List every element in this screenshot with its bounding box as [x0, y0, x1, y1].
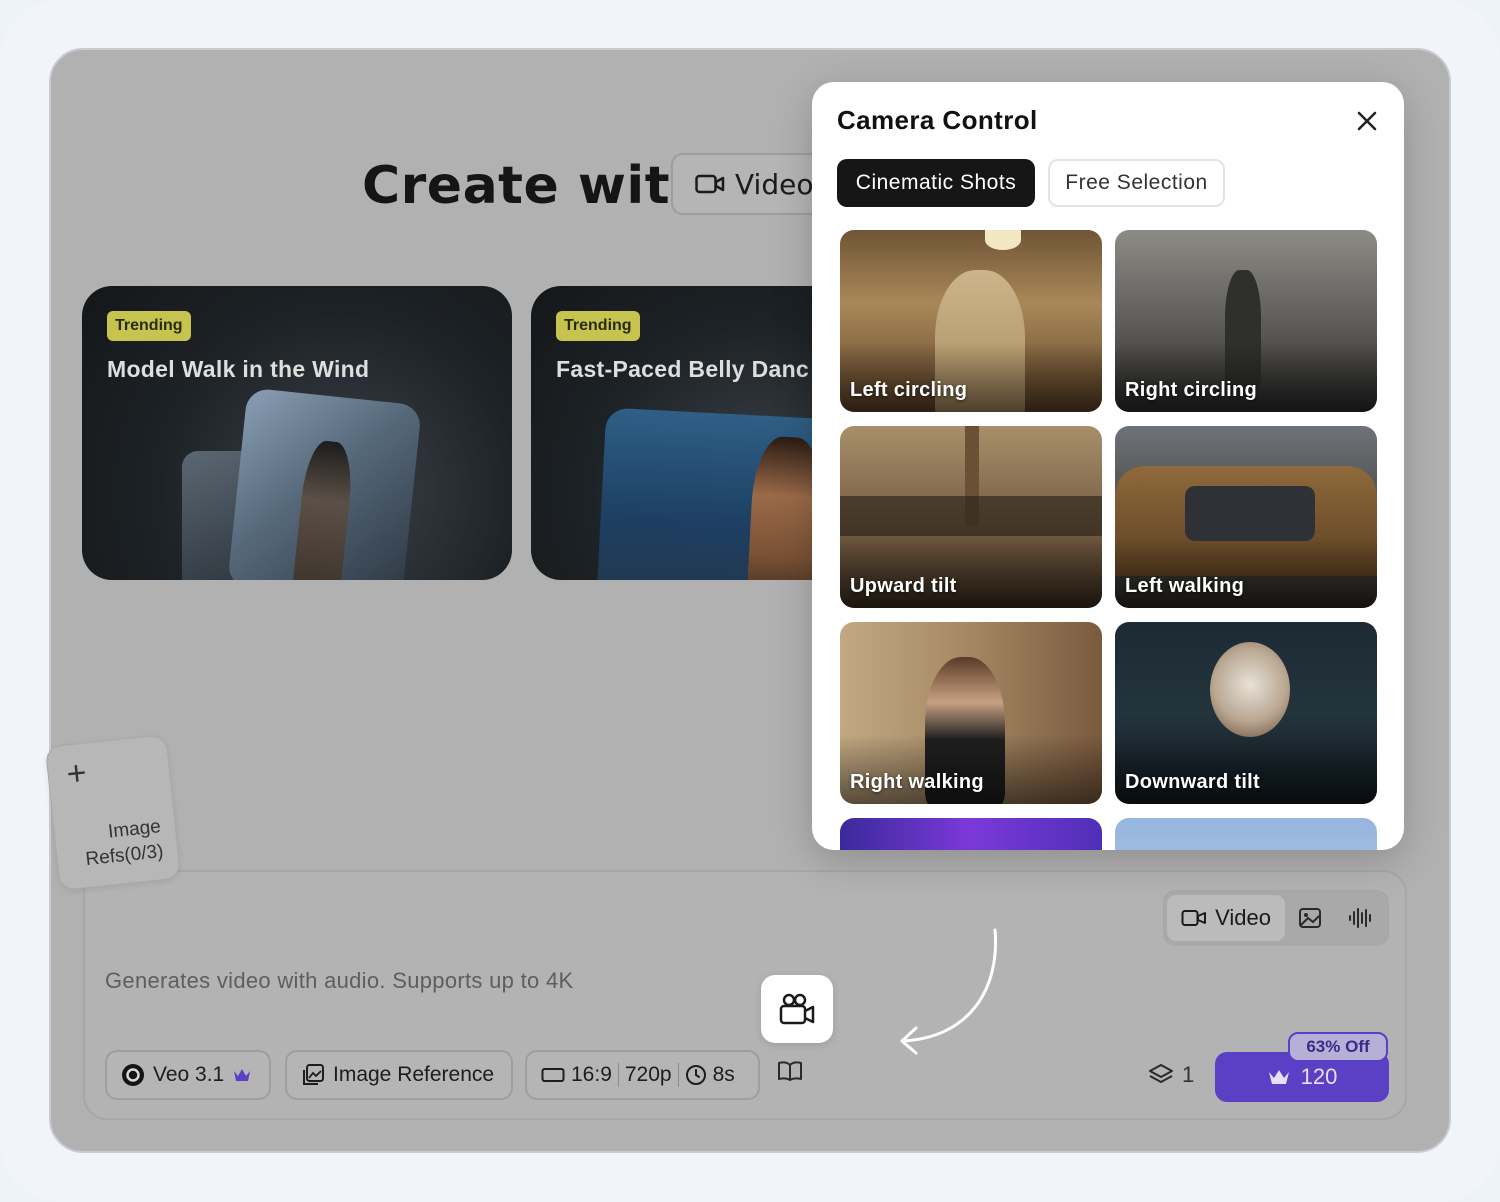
media-tab-audio[interactable]	[1335, 895, 1385, 941]
image-reference-label: Image Reference	[333, 1063, 495, 1086]
shot-label: Left circling	[850, 379, 968, 401]
media-tab-image[interactable]	[1285, 895, 1335, 941]
shot-label: Right circling	[1125, 379, 1257, 401]
tab-free-selection[interactable]: Free Selection	[1048, 159, 1225, 207]
card-title: Model Walk in the Wind	[107, 356, 370, 382]
shot-option-left-walking[interactable]: Left walking	[1115, 426, 1377, 608]
output-count[interactable]: 1	[1148, 1062, 1194, 1088]
shot-option-right-walking[interactable]: Right walking	[840, 622, 1102, 804]
image-refs-upload[interactable]: + Image Refs(0/3)	[44, 734, 182, 891]
crown-icon	[1268, 1070, 1289, 1084]
mode-label: Video	[735, 167, 814, 201]
model-label: Veo 3.1	[153, 1063, 225, 1086]
media-tab-video-label: Video	[1215, 905, 1271, 930]
shot-option[interactable]	[840, 818, 1102, 850]
layers-icon	[1149, 1064, 1173, 1083]
media-tab-video[interactable]: Video	[1167, 895, 1285, 941]
shot-option[interactable]	[1115, 818, 1377, 850]
trending-card[interactable]: Trending Model Walk in the Wind	[82, 286, 512, 580]
duration-label: 8s	[712, 1063, 735, 1086]
video-camera-icon	[695, 174, 725, 194]
separator	[617, 1063, 619, 1087]
add-icon: +	[64, 753, 89, 794]
street-crowd	[840, 496, 1102, 536]
shot-option-left-circling[interactable]: Left circling	[840, 230, 1102, 412]
audio-wave-icon	[1349, 908, 1371, 928]
image-reference-icon	[303, 1064, 324, 1085]
media-type-toggle: Video	[1163, 890, 1389, 946]
prompt-placeholder: Generates video with audio. Supports up …	[105, 968, 574, 993]
prompt-box[interactable]: Generates video with audio. Supports up …	[83, 870, 1407, 1120]
model-figure	[292, 438, 356, 580]
shot-label: Right walking	[850, 771, 984, 793]
discount-badge: 63% Off	[1288, 1032, 1388, 1062]
shot-option-upward-tilt[interactable]: Upward tilt	[840, 426, 1102, 608]
trending-badge: Trending	[556, 311, 640, 341]
book-icon	[778, 1061, 802, 1081]
shot-label: Downward tilt	[1125, 771, 1261, 793]
model-selector[interactable]: Veo 3.1	[105, 1050, 271, 1100]
shot-label: Upward tilt	[850, 575, 957, 597]
close-icon[interactable]	[1352, 106, 1382, 136]
pointer-arrow	[900, 928, 998, 1055]
veo-logo-icon	[122, 1064, 144, 1086]
aspect-ratio-icon	[541, 1068, 565, 1082]
trending-badge: Trending	[107, 311, 191, 341]
prompt-guide-button[interactable]	[777, 1060, 803, 1087]
camera-control-button[interactable]	[761, 975, 833, 1043]
chandelier	[985, 230, 1021, 250]
video-icon	[1181, 910, 1207, 926]
image-icon	[1299, 908, 1321, 928]
shot-label: Left walking	[1125, 575, 1245, 597]
shot-option-right-circling[interactable]: Right circling	[1115, 230, 1377, 412]
crown-icon	[234, 1069, 251, 1081]
camera-control-modal: Camera Control Cinematic Shots Free Sele…	[812, 82, 1404, 850]
card-title: Fast-Paced Belly Danc	[556, 356, 810, 382]
separator	[677, 1063, 679, 1087]
tab-cinematic-shots[interactable]: Cinematic Shots	[837, 159, 1035, 207]
car-window	[1185, 486, 1315, 541]
clock-icon	[685, 1065, 706, 1085]
modal-title: Camera Control	[837, 105, 1038, 135]
card-thumbnail	[227, 387, 422, 580]
video-settings-button[interactable]: 16:9 720p 8s	[525, 1050, 760, 1100]
movie-camera-icon	[779, 993, 815, 1025]
shot-option-downward-tilt[interactable]: Downward tilt	[1115, 622, 1377, 804]
credits-cost: 120	[1300, 1064, 1338, 1089]
image-refs-label: Image Refs(0/3)	[84, 816, 165, 871]
output-count-value: 1	[1182, 1062, 1195, 1087]
image-reference-button[interactable]: Image Reference	[285, 1050, 513, 1100]
clown-figure	[1210, 642, 1290, 737]
hero-title: Create with	[362, 156, 708, 216]
resolution-label: 720p	[624, 1063, 672, 1086]
aspect-ratio-label: 16:9	[571, 1063, 612, 1086]
